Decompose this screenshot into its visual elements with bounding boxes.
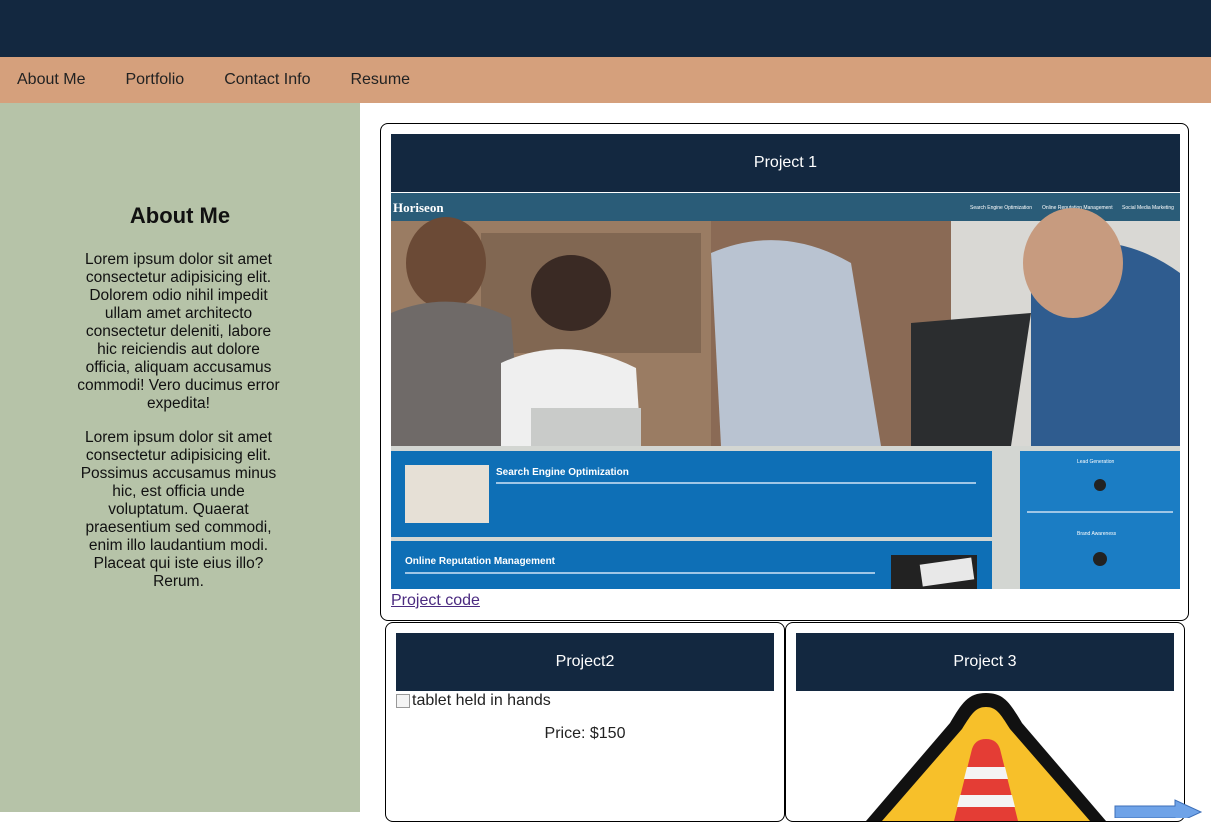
screenshot-side-1: Lead Generation [1077,459,1114,465]
screenshot-section-2: Online Reputation Management [405,556,556,567]
project-card-2: Project2 tablet held in hands Price: $15… [385,622,785,822]
about-paragraph-1: Lorem ipsum dolor sit amet consectetur a… [77,251,280,412]
about-paragraph-2: Lorem ipsum dolor sit amet consectetur a… [80,429,277,590]
nav-portfolio[interactable]: Portfolio [125,71,184,89]
project-title: Project 1 [391,134,1180,192]
about-title: About Me [129,203,231,228]
about-sidebar: About Me Lorem ipsum dolor sit amet cons… [0,103,360,812]
screenshot-section-1: Search Engine Optimization [496,467,629,478]
screenshot-side-2: Brand Awareness [1077,531,1117,537]
price-label: Price: $150 [544,725,626,742]
horiseon-screenshot: Horiseon Search Engine Optimization Onli… [391,193,1180,589]
project-card-3: Project 3 [785,622,1185,822]
broken-image: tablet held in hands [396,692,551,710]
nav-contact-info[interactable]: Contact Info [224,71,310,89]
project-code-link[interactable]: Project code [391,592,480,610]
screenshot-brand: Horiseon [393,200,444,215]
broken-image-icon [396,694,410,708]
project-title: Project2 [396,633,774,691]
project-card-1: Project 1 Horiseon Search Engine Optimiz… [380,123,1189,621]
nav-about-me[interactable]: About Me [17,71,85,89]
project-screenshot[interactable]: Horiseon Search Engine Optimization Onli… [391,193,1180,589]
top-banner [0,0,1211,57]
image-alt-text: tablet held in hands [412,692,551,709]
nav-resume[interactable]: Resume [350,71,410,89]
next-arrow-icon[interactable] [1113,798,1203,818]
screenshot-nav-3: Social Media Marketing [1122,205,1174,211]
main-nav: About Me Portfolio Contact Info Resume [0,57,1211,103]
screenshot-nav-1: Search Engine Optimization [970,205,1032,211]
project-title: Project 3 [796,633,1174,691]
